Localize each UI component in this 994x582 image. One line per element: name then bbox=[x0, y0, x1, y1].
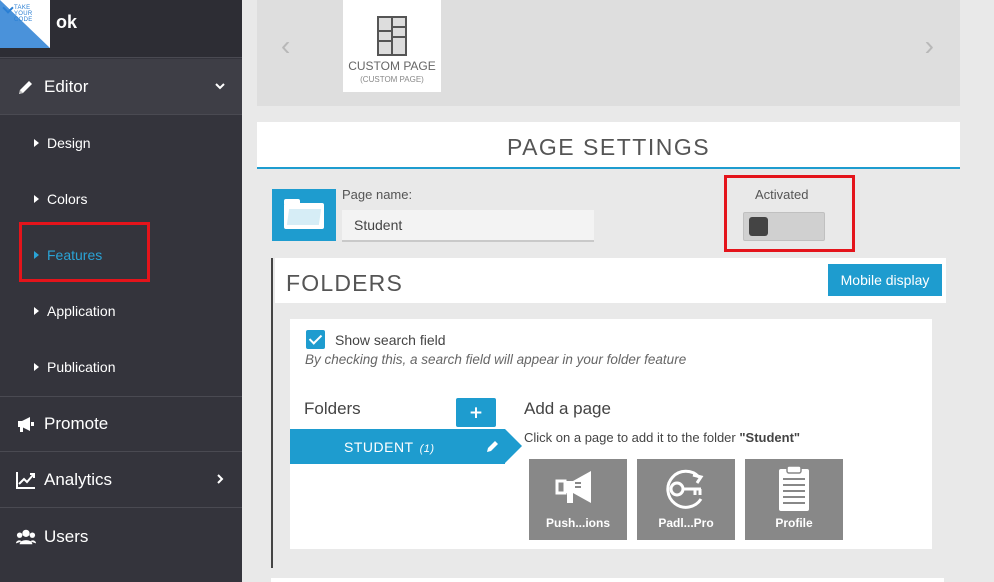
megaphone-icon bbox=[555, 471, 591, 503]
sidebar-item-users[interactable]: Users bbox=[0, 509, 242, 565]
feature-tile-padlock-pro[interactable]: Padl...Pro bbox=[637, 459, 735, 540]
chevron-down-icon bbox=[214, 79, 226, 95]
sidebar: TAKE YOUR CODE ok Editor Design Colors F… bbox=[0, 0, 242, 582]
sidebar-item-label: Analytics bbox=[44, 469, 113, 489]
caret-right-icon bbox=[34, 363, 39, 371]
add-folder-button[interactable]: + bbox=[456, 398, 496, 427]
folders-card: Show search field By checking this, a se… bbox=[290, 319, 932, 549]
padlock-key-icon bbox=[666, 469, 704, 509]
chevron-right-icon bbox=[214, 472, 226, 488]
pencil-icon[interactable] bbox=[485, 438, 501, 454]
sidebar-item-publication[interactable]: Publication bbox=[0, 339, 242, 395]
highlight-box-features bbox=[19, 222, 150, 282]
page-card-title: CUSTOM PAGE bbox=[348, 59, 436, 73]
sidebar-item-label: Users bbox=[44, 527, 89, 546]
show-search-help: By checking this, a search field will ap… bbox=[305, 352, 687, 367]
add-page-title: Add a page bbox=[524, 399, 611, 418]
caret-right-icon bbox=[34, 195, 39, 203]
folders-title: FOLDERS bbox=[286, 270, 404, 296]
sidebar-item-analytics[interactable]: Analytics bbox=[0, 452, 242, 508]
sidebar-item-design[interactable]: Design bbox=[0, 115, 242, 171]
main-content: ‹ CUSTOM PAGE (CUSTOM PAGE) › PAGE SETTI… bbox=[242, 0, 994, 582]
add-page-help: Click on a page to add it to the folder … bbox=[524, 430, 801, 445]
folders-list-label: Folders bbox=[304, 399, 361, 418]
folders-header: FOLDERS Mobile display bbox=[275, 258, 946, 303]
feature-tile-push-notifications[interactable]: Push...ions bbox=[529, 459, 627, 540]
app-name: ok bbox=[56, 12, 78, 32]
show-search-label: Show search field bbox=[335, 332, 446, 348]
app-thumbnail[interactable]: TAKE YOUR CODE bbox=[0, 0, 50, 48]
section-bottom-edge bbox=[271, 578, 944, 582]
sidebar-item-application[interactable]: Application bbox=[0, 283, 242, 339]
page-settings-title: PAGE SETTINGS bbox=[506, 134, 711, 160]
caret-right-icon bbox=[34, 307, 39, 315]
clipboard-icon bbox=[779, 465, 809, 511]
app-logo-text: TAKE YOUR CODE bbox=[14, 5, 33, 23]
line-chart-icon bbox=[16, 471, 36, 489]
feature-tile-profile[interactable]: Profile bbox=[745, 459, 843, 540]
mobile-display-button[interactable]: Mobile display bbox=[828, 264, 942, 296]
feature-tile-label: Padl...Pro bbox=[658, 516, 714, 530]
sidebar-item-label: Application bbox=[47, 303, 116, 319]
sidebar-item-editor[interactable]: Editor bbox=[0, 59, 242, 115]
page-name-label: Page name: bbox=[342, 187, 413, 202]
sidebar-item-promote[interactable]: Promote bbox=[0, 396, 242, 452]
carousel-next-button[interactable]: › bbox=[925, 30, 934, 62]
folder-count: (1) bbox=[419, 443, 435, 455]
page-name-input[interactable] bbox=[342, 210, 594, 242]
page-icon-button[interactable] bbox=[272, 189, 336, 241]
caret-right-icon bbox=[34, 139, 39, 147]
carousel-prev-button[interactable]: ‹ bbox=[281, 30, 290, 62]
sidebar-item-label: Editor bbox=[44, 76, 89, 96]
sidebar-item-label: Colors bbox=[47, 191, 88, 207]
layout-icon bbox=[377, 16, 407, 56]
folder-row-student[interactable]: STUDENT (1) bbox=[290, 429, 522, 464]
feature-tile-label: Push...ions bbox=[545, 516, 610, 530]
highlight-box-activated bbox=[724, 175, 855, 252]
sidebar-item-label: Promote bbox=[44, 414, 109, 433]
page-carousel: ‹ CUSTOM PAGE (CUSTOM PAGE) › bbox=[257, 0, 960, 106]
page-settings-header: PAGE SETTINGS bbox=[257, 122, 960, 169]
bullhorn-icon bbox=[16, 415, 36, 433]
sidebar-item-label: Publication bbox=[47, 359, 116, 375]
folders-section: FOLDERS Mobile display Show search field… bbox=[271, 258, 946, 568]
page-card-subtitle: (CUSTOM PAGE) bbox=[360, 75, 424, 84]
show-search-checkbox[interactable] bbox=[306, 330, 325, 349]
folder-icon bbox=[284, 199, 324, 229]
folder-name: STUDENT (1) bbox=[344, 439, 435, 455]
app-header: TAKE YOUR CODE ok bbox=[0, 0, 242, 58]
page-card-custom-page[interactable]: CUSTOM PAGE (CUSTOM PAGE) bbox=[343, 0, 441, 92]
sidebar-item-label: Design bbox=[47, 135, 91, 151]
sidebar-item-colors[interactable]: Colors bbox=[0, 171, 242, 227]
users-icon bbox=[16, 528, 36, 546]
feature-tile-label: Profile bbox=[775, 516, 813, 530]
pencil-icon bbox=[16, 78, 36, 96]
